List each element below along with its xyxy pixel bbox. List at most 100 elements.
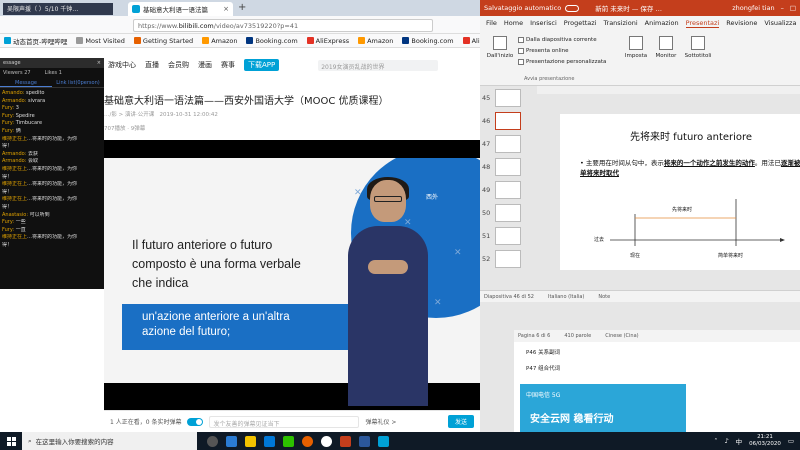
ppt-menu-item[interactable]: Inserisci: [530, 19, 557, 27]
powerpoint-icon[interactable]: [340, 435, 351, 447]
notifications-icon[interactable]: ▭: [788, 437, 794, 445]
chat-message: Anastasio: 可以听到: [2, 212, 102, 220]
ime-indicator[interactable]: 中: [736, 436, 743, 446]
bookmark-icon: [306, 37, 314, 44]
notes-button[interactable]: Note: [598, 294, 610, 300]
site-nav-item[interactable]: 直播: [145, 60, 159, 70]
status-language[interactable]: Italiano (Italia): [548, 294, 584, 300]
bookmark-label: Most Visited: [85, 36, 125, 45]
danmaku-toggle[interactable]: [187, 417, 204, 426]
browser-tabbar: 吴限声援（ ）5/10 千钟… 基础意大利语一语法篇 × +: [0, 0, 480, 16]
minimize-icon[interactable]: –: [781, 4, 784, 12]
slide-thumbnail[interactable]: 47: [480, 132, 537, 155]
autosave-toggle[interactable]: [565, 4, 580, 12]
maximize-icon[interactable]: □: [790, 4, 796, 12]
site-nav-item[interactable]: 漫画: [198, 60, 212, 70]
taskview-icon[interactable]: [207, 435, 218, 447]
firefox-icon[interactable]: [302, 435, 313, 447]
slide-thumbnail[interactable]: 46: [480, 109, 537, 132]
site-nav-item[interactable]: 会员购: [168, 60, 189, 70]
stream-title: 吴限声援（ ）5/10 千钟…: [3, 3, 113, 15]
from-start-button[interactable]: Dall'inizio: [482, 36, 518, 59]
explorer-icon[interactable]: [245, 435, 256, 447]
word-language[interactable]: Cinese (Cina): [605, 333, 638, 339]
chat-close-icon[interactable]: ×: [97, 60, 101, 66]
chat-message: 得！: [2, 242, 102, 250]
ppt-menu-item[interactable]: Transizioni: [604, 19, 638, 27]
new-tab-button[interactable]: +: [238, 2, 246, 13]
custom-show-button[interactable]: Presentazione personalizzata: [518, 56, 606, 67]
ppt-menu-item[interactable]: Revisione: [726, 19, 757, 27]
site-search-input[interactable]: 2019女演员乱战的世界: [318, 59, 439, 71]
video-player[interactable]: ✕ ✕ ✕ ✕ ✕ 西外 Il futuro anteriore o futur…: [104, 140, 480, 410]
tab-close-icon[interactable]: ×: [223, 5, 229, 13]
download-app-button[interactable]: 下载APP: [244, 59, 280, 71]
chrome-icon[interactable]: [321, 435, 332, 447]
chat-text: 得！: [2, 143, 13, 150]
ppt-menu-item[interactable]: Animazion: [645, 19, 679, 27]
label-now: 现在: [630, 253, 641, 259]
url-host: https://www.: [138, 22, 179, 30]
slide-editor[interactable]: 先将来时 futuro anteriore • 主要用在时间从句中，表示将来的一…: [560, 114, 800, 270]
bilibili-app-icon[interactable]: [378, 435, 389, 447]
chat-message: 维持正在上…将来时的功能，为你: [2, 234, 102, 242]
edge-icon[interactable]: [226, 435, 237, 447]
bookmark-item[interactable]: Getting Started: [133, 37, 193, 45]
url-bar[interactable]: https://www.bilibili.com/video/av7351922…: [133, 19, 433, 32]
url-path: /video/av73519220?p=41: [213, 22, 299, 30]
danmaku-input[interactable]: 发个友善的弹幕见证当下: [209, 415, 360, 428]
word-icon[interactable]: [359, 435, 370, 447]
danmaku-etiquette-link[interactable]: 弹幕礼仪 >: [365, 417, 396, 426]
bookmark-label: 动态首页-哔哩哔哩: [13, 37, 68, 46]
monitor-button[interactable]: Monitor: [648, 36, 684, 59]
ad-slogan: 安全云网 稳看行动: [530, 414, 614, 425]
user-name[interactable]: zhongfei tian: [732, 4, 774, 12]
start-button[interactable]: [0, 432, 22, 450]
video-category[interactable]: …/影 > 演讲·公开课: [104, 112, 154, 118]
url-domain: bilibili.com: [178, 22, 214, 30]
bookmark-item[interactable]: AliExpress: [306, 37, 349, 45]
bookmark-item[interactable]: 动态首页-哔哩哔哩: [4, 36, 67, 46]
bookmark-item[interactable]: AliExpress: [462, 37, 480, 45]
bookmark-item[interactable]: Booking.com: [402, 37, 454, 45]
store-icon[interactable]: [264, 435, 275, 447]
advert-banner[interactable]: 中国电信 5G 安全云网 稳看行动: [520, 384, 686, 432]
bookmark-label: Amazon: [367, 36, 394, 45]
bookmark-item[interactable]: Amazon: [202, 37, 237, 45]
bookmark-item[interactable]: Amazon: [358, 37, 393, 45]
chat-message: 得！: [2, 189, 102, 197]
site-nav-item[interactable]: 游戏中心: [108, 60, 136, 70]
slide-thumbnail[interactable]: 48: [480, 155, 537, 178]
powerpoint-window: Salvataggio automatico 新前 未来时 — 保存 … zho…: [480, 0, 800, 432]
bookmarks-bar: 动态首页-哔哩哔哩 Most Visited Getting Started Amaz…: [0, 34, 480, 48]
tab-message[interactable]: Message: [0, 78, 52, 87]
tab-link-list[interactable]: Link list(0person): [52, 78, 104, 87]
slide-thumbnail[interactable]: 49: [480, 178, 537, 201]
chat-text: 得！: [2, 203, 13, 210]
ppt-menu-item[interactable]: Presentazi: [685, 19, 720, 28]
slide-thumbnail[interactable]: 51: [480, 224, 537, 247]
bookmark-item[interactable]: Most Visited: [76, 37, 125, 45]
browser-tab-active[interactable]: 基础意大利语一语法篇 ×: [128, 2, 233, 16]
label-past: 过去: [594, 237, 605, 243]
from-current-button[interactable]: Dalla diapositiva corrente: [518, 34, 606, 45]
bookmark-item[interactable]: Booking.com: [246, 37, 298, 45]
present-online-button[interactable]: Presenta online: [518, 45, 606, 56]
site-nav-item[interactable]: 赛事: [221, 60, 235, 70]
ppt-menu-item[interactable]: Progettazi: [564, 19, 597, 27]
thumbnail-image: [495, 157, 521, 176]
chat-message: Amando: spedito: [2, 90, 102, 98]
chevron-up-icon[interactable]: ˄: [714, 437, 717, 445]
slide-thumbnail[interactable]: 52: [480, 247, 537, 270]
wechat-icon[interactable]: [283, 435, 294, 447]
clock[interactable]: 21:21 06/03/2020: [749, 434, 781, 448]
ppt-menu-item[interactable]: Home: [504, 19, 523, 27]
volume-icon[interactable]: ♪: [724, 437, 728, 445]
slide-thumbnail[interactable]: 50: [480, 201, 537, 224]
taskbar-search[interactable]: ⌕ 在这里输入你要搜索的内容: [22, 432, 197, 450]
subtitles-button[interactable]: Sottotitoli: [680, 36, 716, 59]
send-button[interactable]: 发送: [447, 415, 474, 428]
slide-thumbnail[interactable]: 45: [480, 86, 537, 109]
ppt-menu-item[interactable]: File: [486, 19, 497, 27]
ppt-menu-item[interactable]: Visualizza: [764, 19, 796, 27]
